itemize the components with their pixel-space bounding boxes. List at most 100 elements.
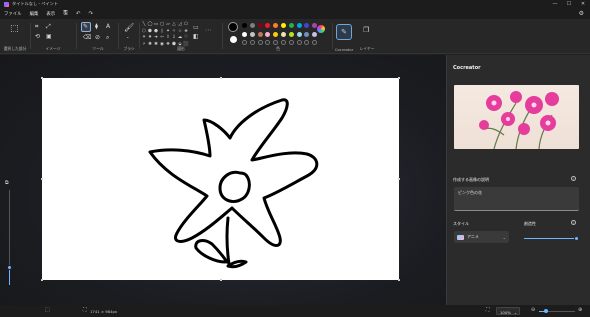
fit-to-window-icon[interactable]: ⛶ — [486, 307, 490, 313]
color-swatch[interactable] — [273, 23, 279, 28]
zoom-slider-thumb[interactable] — [544, 308, 548, 313]
drawing-canvas[interactable] — [42, 78, 399, 280]
zoom-slider[interactable] — [539, 308, 575, 313]
canvas-resize-handle[interactable] — [41, 77, 43, 79]
edit-colors-icon[interactable] — [317, 25, 325, 33]
color-swatch[interactable] — [265, 23, 271, 28]
prompt-value: ピンク色の花 — [458, 190, 482, 195]
custom-color-slot[interactable] — [257, 40, 263, 45]
color-swatch[interactable] — [288, 31, 294, 37]
flower-leaf-left — [194, 239, 229, 264]
status-bar: ⬚ ⛶ 1741 × 984px ⛶ 100% ⌄ ⊖ ⊕ — [0, 305, 590, 317]
zoom-slider-thumb[interactable] — [6, 265, 12, 270]
minimize-button[interactable]: — — [548, 0, 562, 8]
color-swatch[interactable] — [280, 23, 286, 28]
image-group-label: イメージ — [45, 46, 61, 51]
crop-icon[interactable]: ⌗ — [35, 24, 38, 30]
custom-color-slot[interactable] — [296, 40, 302, 45]
custom-color-slot[interactable] — [304, 40, 310, 45]
color-swatch[interactable] — [296, 31, 302, 37]
generated-image[interactable] — [454, 85, 579, 149]
maximize-button[interactable]: ☐ — [562, 0, 576, 8]
primary-color-swatch[interactable] — [228, 22, 238, 32]
custom-color-slot[interactable] — [288, 40, 294, 45]
color-swatch[interactable] — [265, 31, 271, 37]
canvas-resize-handle[interactable] — [220, 279, 222, 281]
undo-icon[interactable]: ↶ — [76, 11, 81, 17]
color-palette — [242, 22, 322, 50]
shape-option[interactable]: ⬛ — [183, 42, 189, 49]
brush-icon[interactable]: 🖌 — [124, 24, 134, 32]
layers-group-label: レイヤー — [359, 46, 375, 51]
color-swatch[interactable] — [257, 23, 263, 28]
info-icon[interactable]: i — [571, 220, 576, 225]
color-swatch[interactable] — [249, 23, 255, 28]
redo-icon[interactable]: ↷ — [88, 11, 93, 17]
image-tools-icon[interactable]: ▣ — [46, 34, 52, 40]
tools-group: ✎ ⧫ A ⌫ ⊘ ⌕ ツール — [78, 19, 118, 54]
chevron-down-icon[interactable]: ⌄ — [126, 35, 129, 39]
shape-fill-icon[interactable]: ◧ — [193, 34, 199, 40]
secondary-color-swatch[interactable] — [230, 36, 237, 43]
custom-color-slot[interactable] — [312, 40, 318, 45]
canvas-dimensions: 1741 × 984px — [90, 308, 118, 314]
canvas-resize-handle[interactable] — [220, 77, 222, 79]
canvas-resize-handle[interactable] — [41, 178, 43, 180]
close-button[interactable]: ✕ — [576, 0, 590, 8]
fill-icon[interactable]: ⧫ — [95, 24, 98, 30]
color-swatch[interactable] — [304, 31, 310, 37]
custom-color-slot[interactable] — [273, 40, 279, 45]
rotate-icon[interactable]: ⟲ — [35, 34, 40, 40]
color-swatch[interactable] — [242, 31, 247, 37]
chevron-down-icon: ⌄ — [513, 309, 517, 315]
title-bar: タイトルなし - ペイント — ☐ ✕ — [0, 0, 590, 8]
cocreator-button[interactable]: ✎ — [336, 24, 352, 40]
resize-icon[interactable]: ⤢ — [46, 24, 51, 30]
custom-color-slot[interactable] — [249, 40, 255, 45]
creativity-slider[interactable] — [524, 235, 579, 241]
shape-more-icon[interactable]: ⋯ — [205, 27, 212, 34]
eraser-icon[interactable]: ⌫ — [83, 35, 91, 41]
color-swatch[interactable] — [304, 23, 310, 28]
custom-color-slot[interactable] — [280, 40, 286, 45]
color-swatch[interactable] — [288, 23, 294, 28]
zoom-in-icon[interactable]: ⊕ — [578, 307, 582, 313]
flower-stem — [225, 216, 231, 266]
menu-file[interactable]: ファイル — [4, 11, 22, 17]
pink-flowers-image — [479, 91, 559, 149]
style-dropdown[interactable]: アニメ ⌄ — [454, 231, 509, 243]
canvas-resize-handle[interactable] — [398, 279, 400, 281]
creativity-slider-thumb[interactable] — [574, 235, 579, 241]
flower-sketch — [148, 98, 319, 269]
layers-icon[interactable]: ❐ — [363, 27, 369, 34]
color-swatch[interactable] — [273, 31, 279, 37]
selection-icon[interactable]: ⬚ — [10, 25, 19, 34]
shape-outline-icon[interactable]: ▭ — [193, 25, 199, 31]
custom-color-slot[interactable] — [265, 40, 271, 45]
custom-color-slot[interactable] — [242, 40, 247, 45]
canvas-resize-handle[interactable] — [398, 178, 400, 180]
color-swatch[interactable] — [257, 31, 263, 37]
magnifier-icon[interactable]: ⌕ — [106, 35, 109, 41]
vertical-zoom-slider[interactable]: ⧉ — [4, 180, 14, 288]
color-swatch[interactable] — [296, 23, 302, 28]
color-picker-icon[interactable]: ⊘ — [95, 35, 100, 41]
canvas-resize-handle[interactable] — [398, 77, 400, 79]
divider — [76, 23, 77, 49]
settings-icon[interactable]: ⚙ — [579, 10, 584, 17]
info-icon[interactable]: i — [571, 176, 576, 181]
color-swatch[interactable] — [280, 31, 286, 37]
save-icon[interactable]: 🖫 — [63, 9, 68, 18]
canvas-resize-handle[interactable] — [41, 279, 43, 281]
divider — [30, 23, 31, 49]
color-swatch[interactable] — [242, 23, 247, 28]
menu-edit[interactable]: 編集 — [30, 11, 39, 17]
zoom-dropdown[interactable]: 100% ⌄ — [496, 307, 520, 315]
text-icon[interactable]: A — [106, 24, 110, 30]
pencil-icon[interactable]: ✎ — [83, 24, 88, 30]
menu-view[interactable]: 表示 — [46, 11, 55, 17]
color-swatch[interactable] — [312, 31, 318, 37]
prompt-input[interactable]: ピンク色の花 — [454, 187, 579, 211]
zoom-out-icon[interactable]: ⊖ — [531, 307, 535, 313]
color-swatch[interactable] — [249, 31, 255, 37]
